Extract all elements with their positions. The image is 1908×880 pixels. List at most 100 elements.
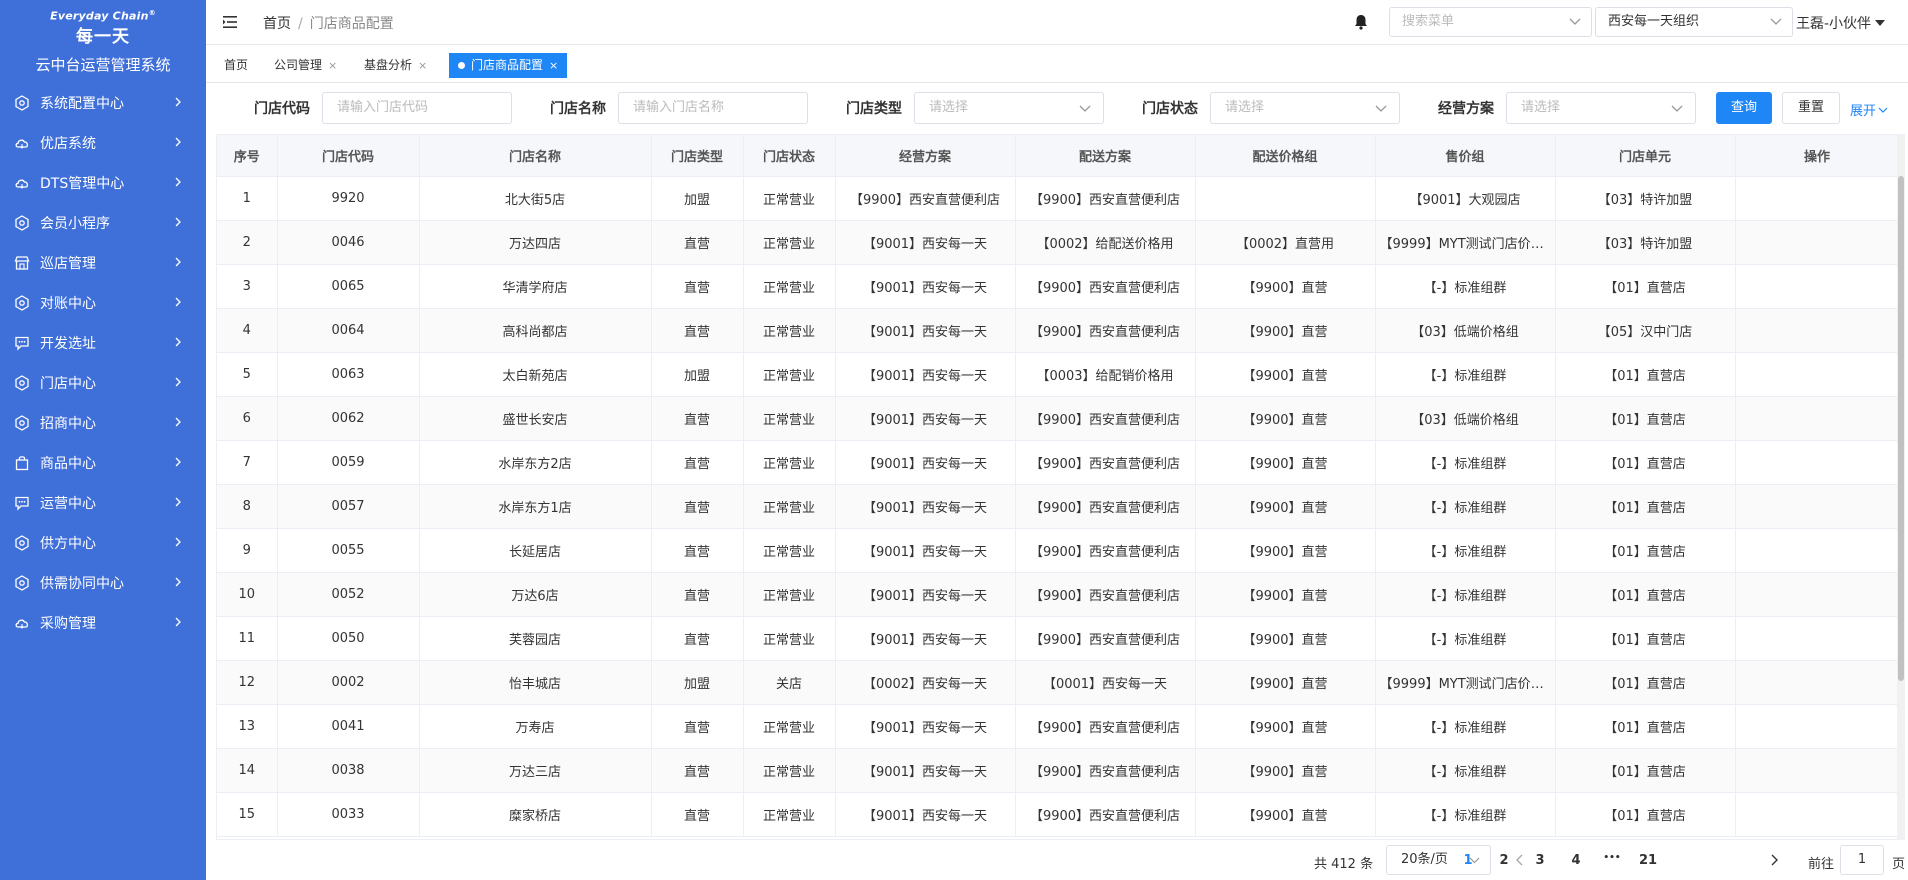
table-cell: 【9001】西安每一天 bbox=[835, 484, 1016, 529]
table-cell: 【03】低端价格组 bbox=[1375, 396, 1556, 441]
sidebar-item[interactable]: 巡店管理 bbox=[0, 243, 206, 283]
column-header: 门店状态 bbox=[743, 135, 836, 177]
sidebar-item[interactable]: 优店系统 bbox=[0, 123, 206, 163]
table-cell: 水岸东方1店 bbox=[419, 484, 652, 529]
table-cell bbox=[1735, 440, 1897, 485]
table-row[interactable]: 11 0050 芙蓉园店 直营 正常营业 【9001】西安每一天 【9900】西安直营便利店… bbox=[217, 616, 1897, 661]
store-status-label: 门店状态 bbox=[1142, 101, 1198, 117]
sidebar-item[interactable]: 门店中心 bbox=[0, 363, 206, 403]
table-row[interactable]: 10 0052 万达6店 直营 正常营业 【9001】西安每一天 【9900】西安直营便利店… bbox=[217, 572, 1897, 617]
org-select[interactable]: 西安每一天组织 bbox=[1595, 7, 1793, 37]
table-row[interactable]: 4 0064 高科尚都店 直营 正常营业 【9001】西安每一天 【9900】西安直营便利店… bbox=[217, 308, 1897, 353]
table-row[interactable]: 14 0038 万达三店 直营 正常营业 【9001】西安每一天 【9900】西安直营便利店… bbox=[217, 748, 1897, 793]
table-row[interactable]: 8 0057 水岸东方1店 直营 正常营业 【9001】西安每一天 【9900】西安直营便利… bbox=[217, 484, 1897, 529]
sidebar-item-label: 门店中心 bbox=[40, 376, 96, 392]
table-cell: 【9900】直营 bbox=[1195, 440, 1376, 485]
table-row[interactable]: 5 0063 太白新苑店 加盟 正常营业 【9001】西安每一天 【0003】给配销价格用【… bbox=[217, 352, 1897, 397]
table-cell: 8 bbox=[217, 484, 278, 529]
store-status-select[interactable]: 请选择 bbox=[1210, 92, 1400, 124]
store-name-input[interactable]: 请输入门店名称 bbox=[618, 92, 808, 124]
store-code-input[interactable]: 请输入门店代码 bbox=[322, 92, 512, 124]
table-row[interactable]: 1 9920 北大街5店 加盟 正常营业 【9900】西安直营便利店 【9900】西安直营便… bbox=[217, 176, 1897, 221]
table-cell: 【01】直营店 bbox=[1555, 748, 1736, 793]
close-icon[interactable]: × bbox=[418, 53, 427, 78]
table-cell: 【9900】直营 bbox=[1195, 528, 1376, 573]
sidebar-item[interactable]: 会员小程序 bbox=[0, 203, 206, 243]
table-cell: 9 bbox=[217, 528, 278, 573]
table-row[interactable]: 6 0062 盛世长安店 直营 正常营业 【9001】西安每一天 【9900】西安直营便利店… bbox=[217, 396, 1897, 441]
brand-registered: ® bbox=[148, 9, 156, 18]
sidebar-item[interactable]: 商品中心 bbox=[0, 443, 206, 483]
table-cell: 0052 bbox=[277, 572, 420, 617]
table-cell: 直营 bbox=[651, 264, 744, 309]
close-icon[interactable]: × bbox=[549, 53, 558, 78]
bell-icon[interactable] bbox=[1352, 13, 1370, 31]
table-cell: 【9900】直营 bbox=[1195, 484, 1376, 529]
column-header: 经营方案 bbox=[835, 135, 1016, 177]
goto-page-input[interactable]: 1 bbox=[1840, 845, 1884, 875]
user-menu[interactable]: 王磊-小伙伴 bbox=[1796, 13, 1886, 33]
store-type-select[interactable]: 请选择 bbox=[914, 92, 1104, 124]
sidebar-item[interactable]: 采购管理 bbox=[0, 603, 206, 643]
reset-button[interactable]: 重置 bbox=[1782, 92, 1840, 124]
page-ellipsis[interactable]: ••• bbox=[1597, 853, 1627, 863]
query-button[interactable]: 查询 bbox=[1716, 92, 1772, 124]
table-row[interactable]: 15 0033 糜家桥店 直营 正常营业 【9001】西安每一天 【9900】西安直营便利店… bbox=[217, 792, 1897, 837]
table-row[interactable]: 12 0002 怡丰城店 加盟 关店 【0002】西安每一天 【0001】西安每一天 【990… bbox=[217, 660, 1897, 705]
sidebar-item[interactable]: 对账中心 bbox=[0, 283, 206, 323]
plan-select[interactable]: 请选择 bbox=[1506, 92, 1696, 124]
sidebar-item[interactable]: 招商中心 bbox=[0, 403, 206, 443]
sidebar-item[interactable]: DTS管理中心 bbox=[0, 163, 206, 203]
page-number[interactable]: 3 bbox=[1525, 853, 1555, 868]
table-row[interactable]: 13 0041 万寿店 直营 正常营业 【9001】西安每一天 【9900】西安直营便利店【… bbox=[217, 704, 1897, 749]
table-cell: 太白新苑店 bbox=[419, 352, 652, 397]
table-cell: 【9900】直营 bbox=[1195, 616, 1376, 661]
page-number[interactable]: 2 bbox=[1489, 853, 1519, 868]
sidebar-item[interactable]: 运营中心 bbox=[0, 483, 206, 523]
table-cell: 【9900】直营 bbox=[1195, 572, 1376, 617]
sidebar-item[interactable]: 开发选址 bbox=[0, 323, 206, 363]
chevron-right-icon bbox=[175, 377, 181, 387]
tab[interactable]: 公司管理 × bbox=[266, 53, 345, 78]
next-page-icon[interactable] bbox=[1768, 854, 1780, 866]
chevron-right-icon bbox=[175, 617, 181, 627]
gear-icon bbox=[14, 95, 30, 111]
table-cell: 正常营业 bbox=[743, 308, 836, 353]
table-row[interactable]: 3 0065 华清学府店 直营 正常营业 【9001】西安每一天 【9900】西安直营便利店… bbox=[217, 264, 1897, 309]
table-cell: 【9001】西安每一天 bbox=[835, 704, 1016, 749]
table-cell bbox=[1735, 704, 1897, 749]
close-icon[interactable]: × bbox=[328, 53, 337, 78]
table-row[interactable]: 9 0055 长延居店 直营 正常营业 【9001】西安每一天 【9900】西安直营便利店【… bbox=[217, 528, 1897, 573]
store-status-placeholder: 请选择 bbox=[1225, 100, 1265, 115]
page-number[interactable]: 4 bbox=[1561, 853, 1591, 868]
tab[interactable]: 首页 bbox=[216, 53, 256, 78]
table-cell: 13 bbox=[217, 704, 278, 749]
table-cell: 9920 bbox=[277, 176, 420, 221]
tab[interactable]: 门店商品配置 × bbox=[449, 53, 568, 78]
sidebar-item[interactable]: 供需协同中心 bbox=[0, 563, 206, 603]
table-cell: 【03】低端价格组 bbox=[1375, 308, 1556, 353]
menu-search-select[interactable]: 搜索菜单 bbox=[1389, 7, 1592, 37]
page-number[interactable]: 1 bbox=[1453, 853, 1483, 868]
menu-toggle-icon[interactable] bbox=[222, 14, 238, 30]
page-number-last[interactable]: 21 bbox=[1633, 853, 1663, 868]
cloud-icon bbox=[14, 135, 30, 151]
breadcrumb-home[interactable]: 首页 bbox=[263, 16, 291, 32]
expand-link[interactable]: 展开 bbox=[1850, 100, 1888, 119]
sidebar-item[interactable]: 系统配置中心 bbox=[0, 83, 206, 123]
column-header: 序号 bbox=[217, 135, 278, 177]
sidebar-item[interactable]: 供方中心 bbox=[0, 523, 206, 563]
table-cell: 直营 bbox=[651, 484, 744, 529]
tab[interactable]: 基盘分析 × bbox=[356, 53, 435, 78]
table-cell: 【9001】西安每一天 bbox=[835, 352, 1016, 397]
table-cell: 正常营业 bbox=[743, 528, 836, 573]
table-scrollbar-thumb[interactable] bbox=[1898, 176, 1904, 681]
table-cell bbox=[1735, 660, 1897, 705]
table-cell: 【9900】西安直营便利店 bbox=[1015, 264, 1196, 309]
goto-label: 前往 bbox=[1808, 857, 1835, 872]
table-cell: 【9900】西安直营便利店 bbox=[835, 176, 1016, 221]
breadcrumb-separator: / bbox=[298, 16, 303, 32]
table-row[interactable]: 2 0046 万达四店 直营 正常营业 【9001】西安每一天 【0002】给配送价格用 【0… bbox=[217, 220, 1897, 265]
gear-icon bbox=[14, 215, 30, 231]
table-row[interactable]: 7 0059 水岸东方2店 直营 正常营业 【9001】西安每一天 【9900】西安直营便利… bbox=[217, 440, 1897, 485]
